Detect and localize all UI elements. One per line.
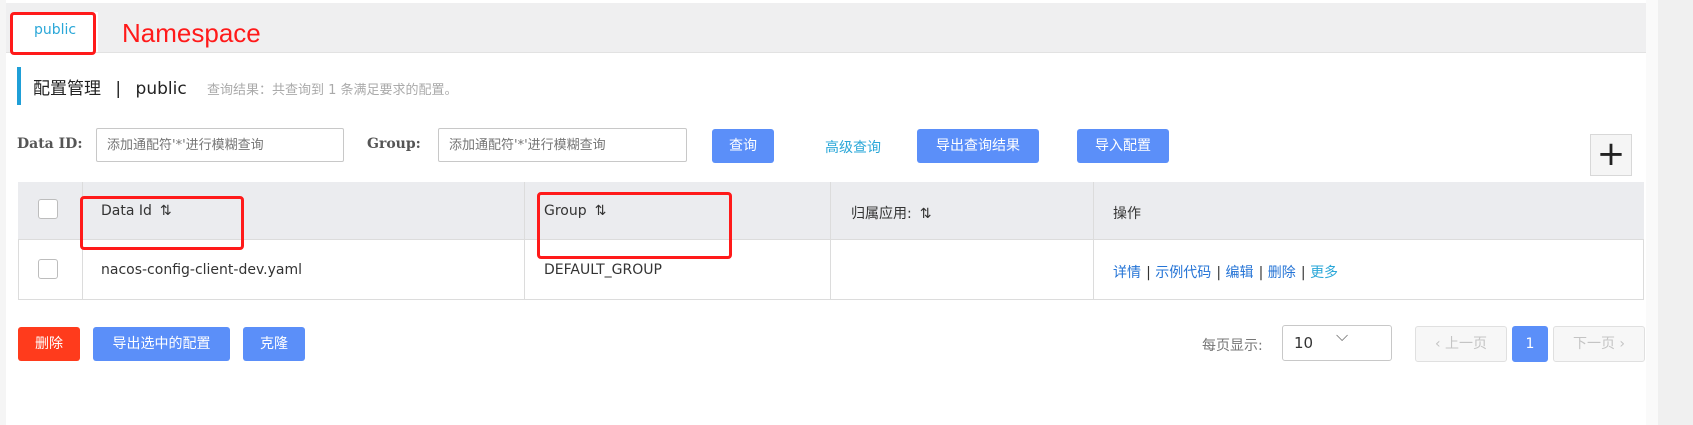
title-separator: | xyxy=(115,79,122,99)
action-separator: | xyxy=(1216,265,1226,281)
row-group: DEFAULT_GROUP xyxy=(544,262,662,278)
delete-button[interactable]: 删除 xyxy=(18,327,80,361)
plus-icon[interactable]: + xyxy=(1590,134,1632,176)
prev-page-label: 上一页 xyxy=(1445,336,1488,352)
current-page-button[interactable]: 1 xyxy=(1512,326,1548,362)
data-id-label: Data ID: xyxy=(17,136,83,152)
column-header-app[interactable]: 归属应用: ⇅ xyxy=(851,203,931,223)
group-input[interactable] xyxy=(438,128,687,162)
left-edge xyxy=(0,0,6,425)
query-button[interactable]: 查询 xyxy=(712,129,774,163)
select-all-checkbox[interactable] xyxy=(38,199,58,219)
query-result-text: 查询结果：共查询到 1 条满足要求的配置。 xyxy=(207,83,458,98)
annotation-namespace-label: Namespace xyxy=(122,18,261,48)
column-header-label: 归属应用: xyxy=(851,206,912,222)
action-delete-link[interactable]: 删除 xyxy=(1268,265,1296,281)
sort-icon[interactable]: ⇅ xyxy=(920,206,932,222)
data-id-input[interactable] xyxy=(96,128,344,162)
chevron-down-icon: ⌵ xyxy=(1336,326,1349,345)
title-namespace: public xyxy=(135,79,187,99)
chevron-right-icon: › xyxy=(1619,336,1626,352)
chevron-left-icon: ‹ xyxy=(1434,336,1441,352)
export-selected-button[interactable]: 导出选中的配置 xyxy=(93,327,230,361)
column-divider xyxy=(830,182,831,300)
right-gutter xyxy=(1646,0,1658,425)
clone-button[interactable]: 克隆 xyxy=(243,327,305,361)
column-divider xyxy=(1093,182,1094,300)
page-title-text: 配置管理 xyxy=(33,79,101,99)
title-accent-bar xyxy=(17,67,21,105)
action-separator: | xyxy=(1146,265,1156,281)
row-data-id: nacos-config-client-dev.yaml xyxy=(101,262,302,278)
action-separator: | xyxy=(1258,265,1268,281)
page-size-value: 10 xyxy=(1294,334,1314,352)
table-header xyxy=(18,182,1644,240)
action-separator: | xyxy=(1300,265,1311,281)
annotation-box-group xyxy=(537,192,732,259)
row-checkbox[interactable] xyxy=(38,259,58,279)
page-size-label: 每页显示: xyxy=(1202,338,1263,354)
next-page-button[interactable]: 下一页 › xyxy=(1553,326,1645,362)
import-config-button[interactable]: 导入配置 xyxy=(1077,129,1169,163)
group-label: Group: xyxy=(367,136,421,152)
next-page-label: 下一页 xyxy=(1572,336,1615,352)
prev-page-button[interactable]: ‹ 上一页 xyxy=(1415,326,1507,362)
action-edit-link[interactable]: 编辑 xyxy=(1226,265,1254,281)
annotation-box-data-id xyxy=(80,196,244,250)
page-title: 配置管理 | public xyxy=(33,74,187,99)
column-divider xyxy=(524,182,525,300)
row-actions: 详情 | 示例代码 | 编辑 | 删除 | 更多 xyxy=(1113,262,1338,282)
advanced-query-link[interactable]: 高级查询 xyxy=(825,137,881,157)
annotation-box-namespace xyxy=(10,12,96,55)
right-scroll-area[interactable] xyxy=(1658,0,1693,425)
column-header-actions: 操作 xyxy=(1113,206,1141,222)
export-results-button[interactable]: 导出查询结果 xyxy=(917,129,1039,163)
action-sample-code-link[interactable]: 示例代码 xyxy=(1155,265,1211,281)
action-detail-link[interactable]: 详情 xyxy=(1113,265,1141,281)
action-more-link[interactable]: 更多 xyxy=(1310,265,1338,281)
